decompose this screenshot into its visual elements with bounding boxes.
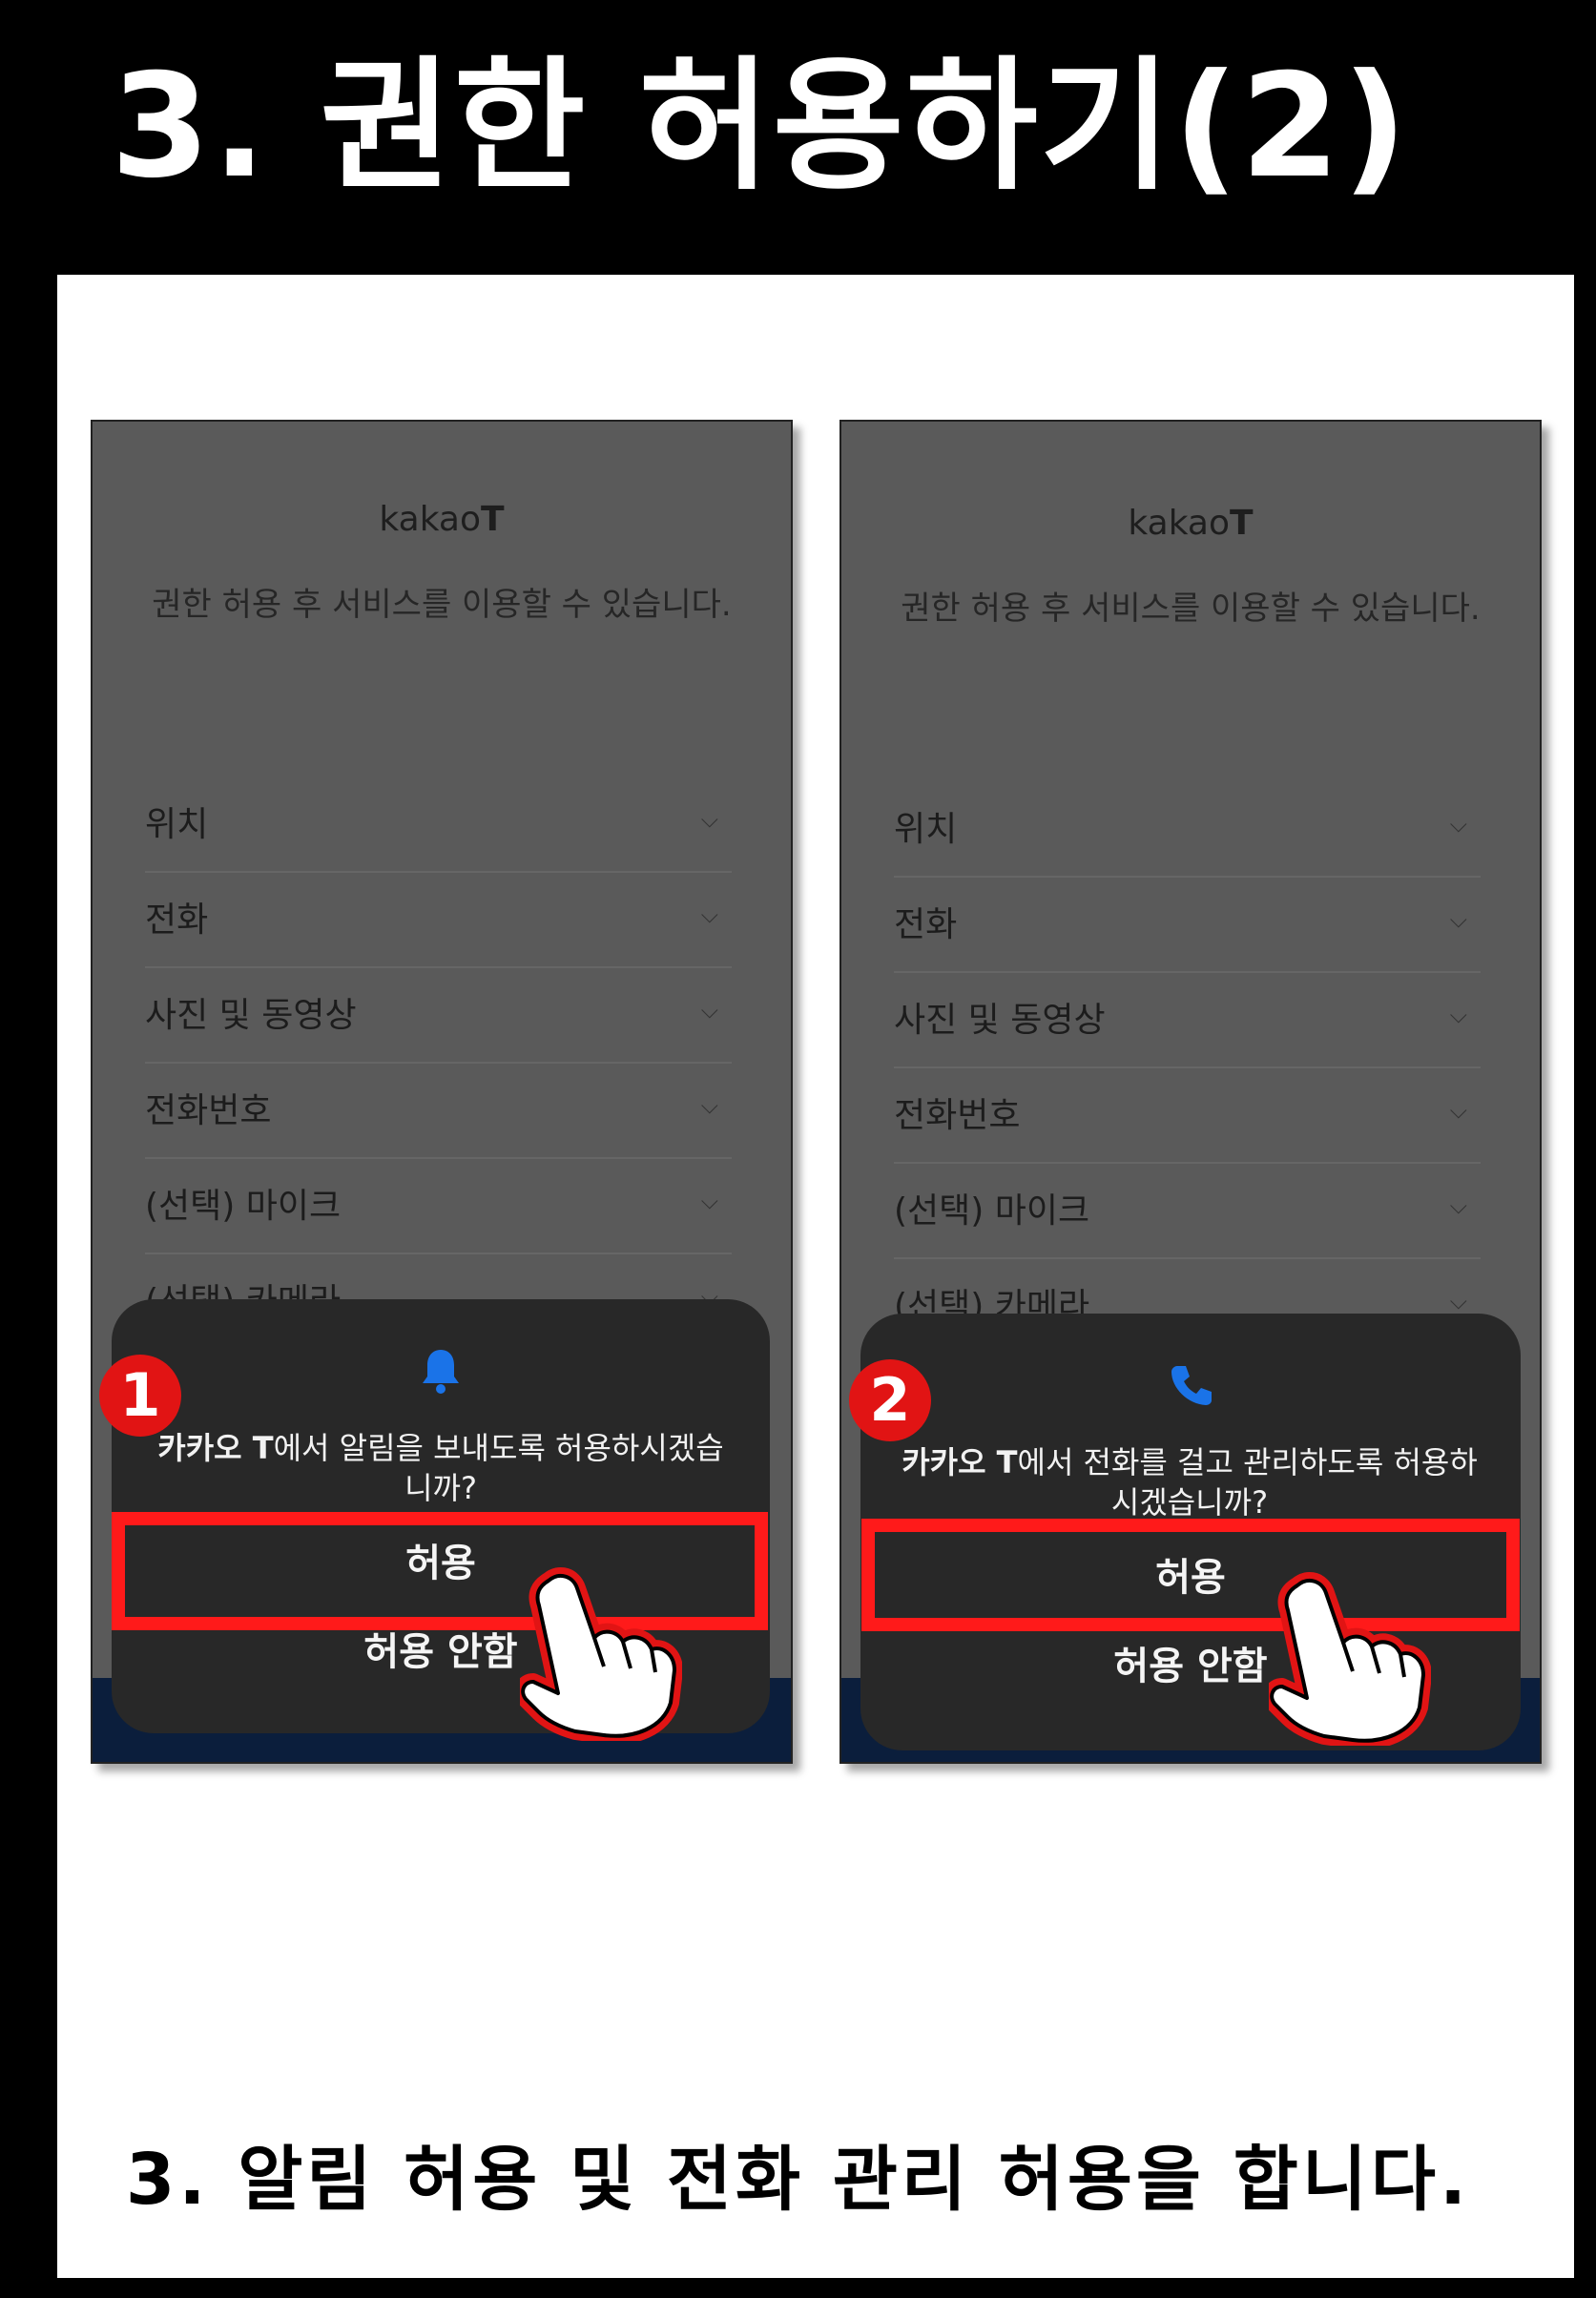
permission-list: 위치⌵ 전화⌵ 사진 및 동영상⌵ 전화번호⌵ (선택) 마이크⌵ (선택) 카… xyxy=(894,782,1481,1353)
chevron-down-icon: ⌵ xyxy=(700,901,718,928)
bell-icon xyxy=(112,1347,770,1398)
dialog-message: 카카오 T에서 알림을 보내도록 허용하시겠습니까? xyxy=(157,1430,724,1506)
step-badge-2: 2 xyxy=(849,1359,931,1441)
permission-item-phone-number[interactable]: 전화번호 ⌵ xyxy=(894,1068,1481,1164)
permission-item-phone[interactable]: 전화 ⌵ xyxy=(894,878,1481,973)
permission-item-microphone[interactable]: (선택) 마이크 ⌵ xyxy=(145,1159,732,1254)
permission-item-location[interactable]: 위치 ⌵ xyxy=(894,782,1481,878)
permission-subtitle: 권한 허용 후 서비스를 이용할 수 있습니다. xyxy=(901,590,1481,628)
kakao-t-logo: kakaoT xyxy=(379,500,505,539)
permission-subtitle: 권한 허용 후 서비스를 이용할 수 있습니다. xyxy=(152,586,732,624)
permission-item-microphone[interactable]: (선택) 마이크 ⌵ xyxy=(894,1164,1481,1259)
chevron-down-icon: ⌵ xyxy=(700,806,718,833)
chevron-down-icon: ⌵ xyxy=(1449,1002,1467,1028)
chevron-down-icon: ⌵ xyxy=(1449,1097,1467,1124)
instruction-caption: 3. 알림 허용 및 전화 관리 허용을 합니다. xyxy=(125,2139,1471,2221)
pointing-hand-icon xyxy=(1269,1572,1431,1746)
page: 3. 권한 허용하기(2) kakaoT 권한 허용 후 서비스를 이용할 수 … xyxy=(0,0,1596,2298)
pointing-hand-icon xyxy=(520,1567,682,1741)
chevron-down-icon: ⌵ xyxy=(700,997,718,1024)
permission-item-phone-number[interactable]: 전화번호 ⌵ xyxy=(145,1064,732,1159)
chevron-down-icon: ⌵ xyxy=(700,1092,718,1119)
dialog-message: 카카오 T에서 전화를 걸고 관리하도록 허용하시겠습니까? xyxy=(902,1444,1478,1521)
chevron-down-icon: ⌵ xyxy=(1449,811,1467,838)
phone-icon xyxy=(860,1361,1521,1413)
permission-item-location[interactable]: 위치 ⌵ xyxy=(145,777,732,873)
permission-item-photos[interactable]: 사진 및 동영상 ⌵ xyxy=(894,973,1481,1068)
permission-item-photos[interactable]: 사진 및 동영상 ⌵ xyxy=(145,968,732,1064)
chevron-down-icon: ⌵ xyxy=(1449,906,1467,933)
chevron-down-icon: ⌵ xyxy=(700,1188,718,1214)
chevron-down-icon: ⌵ xyxy=(1449,1192,1467,1219)
title-bar: 3. 권한 허용하기(2) xyxy=(34,0,1589,275)
permission-item-phone[interactable]: 전화 ⌵ xyxy=(145,873,732,968)
permission-list: 위치⌵ 전화⌵ 사진 및 동영상⌵ 전화번호⌵ (선택) 마이크⌵ (선택) 카… xyxy=(145,777,732,1348)
page-title: 3. 권한 허용하기(2) xyxy=(111,44,1410,210)
chevron-down-icon: ⌵ xyxy=(1449,1288,1467,1315)
step-badge-1: 1 xyxy=(99,1355,181,1437)
kakao-t-logo: kakaoT xyxy=(1128,504,1254,543)
